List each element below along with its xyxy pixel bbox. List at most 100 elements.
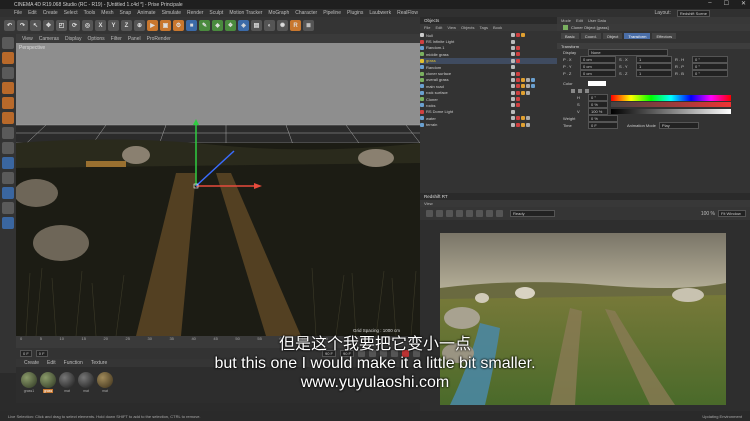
- script-icon[interactable]: ≣: [303, 20, 314, 31]
- viewport-menu-panel[interactable]: Panel: [128, 36, 141, 42]
- tag-icon[interactable]: [511, 39, 515, 44]
- menu-select[interactable]: Select: [64, 10, 78, 16]
- objects-menu-file[interactable]: File: [424, 25, 430, 30]
- weight-field[interactable]: 0 %: [588, 115, 618, 122]
- light-icon[interactable]: ✺: [277, 20, 288, 31]
- menu-create[interactable]: Create: [43, 10, 58, 16]
- x-axis-button[interactable]: X: [95, 20, 106, 31]
- tag-icon[interactable]: [521, 77, 525, 82]
- tag-icon[interactable]: [516, 84, 520, 89]
- tag-icon[interactable]: [526, 84, 530, 89]
- viewport-solo-icon[interactable]: [2, 217, 14, 229]
- transform-field[interactable]: 0 cm: [580, 56, 616, 63]
- cube-icon[interactable]: ■: [186, 20, 197, 31]
- menu-realflow[interactable]: RealFlow: [397, 10, 418, 16]
- objects-menu-book[interactable]: Book: [493, 25, 502, 30]
- material-menu-texture[interactable]: Texture: [91, 360, 107, 366]
- menu-animate[interactable]: Animate: [137, 10, 155, 16]
- tab-effectors[interactable]: Effectors: [652, 33, 677, 39]
- current-frame-field[interactable]: 0 F: [35, 350, 48, 357]
- spectrum-icon[interactable]: [578, 88, 582, 93]
- tag-icon[interactable]: [511, 45, 515, 50]
- undo-icon[interactable]: ↶: [4, 20, 15, 31]
- tab-basic[interactable]: Basic: [561, 33, 579, 39]
- viewport-menu-view[interactable]: View: [22, 36, 33, 42]
- attributes-menu-mode[interactable]: Mode: [561, 18, 571, 23]
- model-mode-icon[interactable]: [2, 52, 14, 64]
- tag-icon[interactable]: [521, 122, 525, 127]
- menu-laubwerk[interactable]: Laubwerk: [369, 10, 391, 16]
- camera-icon[interactable]: ◐: [264, 20, 275, 31]
- value-field[interactable]: 100 %: [588, 108, 608, 115]
- transform-field[interactable]: 1: [636, 70, 672, 77]
- tag-icon[interactable]: [511, 122, 515, 127]
- objects-menu-tags[interactable]: Tags: [480, 25, 488, 30]
- z-axis-button[interactable]: Z: [121, 20, 132, 31]
- play-forward-icon[interactable]: [380, 350, 387, 357]
- hue-field[interactable]: 0 °: [588, 94, 608, 101]
- redshift-icon[interactable]: R: [290, 20, 301, 31]
- tag-icon[interactable]: [521, 84, 525, 89]
- tag-icon[interactable]: [526, 90, 530, 95]
- material-item[interactable]: mat: [78, 372, 94, 403]
- redo-icon[interactable]: ↷: [17, 20, 28, 31]
- save-image-icon[interactable]: [456, 210, 463, 217]
- tag-icon[interactable]: [511, 33, 515, 38]
- tag-icon[interactable]: [516, 103, 520, 108]
- render-zoom[interactable]: 100 %: [701, 211, 715, 217]
- render-view-icon[interactable]: ▶: [147, 20, 158, 31]
- cloner-icon[interactable]: ❖: [225, 20, 236, 31]
- points-mode-icon[interactable]: [2, 82, 14, 94]
- saturation-field[interactable]: 0 %: [588, 101, 608, 108]
- tab-transform[interactable]: Transform: [624, 33, 651, 39]
- planar-workplane-icon[interactable]: [2, 187, 14, 199]
- tag-icon[interactable]: [511, 58, 515, 63]
- objects-menu-objects[interactable]: Objects: [461, 25, 475, 30]
- perspective-viewport[interactable]: Perspective Grid Spacing : 1000 cm: [16, 43, 420, 336]
- transform-field[interactable]: 1: [636, 56, 672, 63]
- tab-coord[interactable]: Coord.: [580, 33, 601, 39]
- material-menu-edit[interactable]: Edit: [47, 360, 56, 366]
- material-preview[interactable]: [59, 372, 75, 388]
- go-to-end-icon[interactable]: [391, 350, 398, 357]
- keyframe-icon[interactable]: [413, 350, 420, 357]
- end-frame-field[interactable]: 90 F: [321, 350, 336, 357]
- material-item[interactable]: grass: [40, 372, 56, 403]
- tag-icon[interactable]: [511, 90, 515, 95]
- y-axis-button[interactable]: Y: [108, 20, 119, 31]
- menu-edit[interactable]: Edit: [28, 10, 37, 16]
- transform-field[interactable]: 0 °: [692, 70, 728, 77]
- menu-snap[interactable]: Snap: [120, 10, 132, 16]
- material-item[interactable]: mat: [59, 372, 75, 403]
- material-item[interactable]: grass1: [21, 372, 37, 403]
- tag-icon[interactable]: [511, 84, 515, 89]
- tag-icon[interactable]: [516, 90, 520, 95]
- material-menu-function[interactable]: Function: [64, 360, 83, 366]
- display-dropdown[interactable]: None: [588, 49, 668, 56]
- viewport-menu-prorender[interactable]: ProRender: [147, 36, 171, 42]
- render-stop-icon[interactable]: [436, 210, 443, 217]
- tag-icon[interactable]: [511, 116, 515, 121]
- tag-icon[interactable]: [516, 45, 520, 50]
- render-status-dropdown[interactable]: Ready: [510, 210, 555, 217]
- tag-icon[interactable]: [521, 90, 525, 95]
- tag-icon[interactable]: [516, 116, 520, 121]
- subdivision-icon[interactable]: ◆: [212, 20, 223, 31]
- viewport-menu-filter[interactable]: Filter: [111, 36, 122, 42]
- menu-render[interactable]: Render: [187, 10, 203, 16]
- tag-icon[interactable]: [511, 52, 515, 57]
- tag-icon[interactable]: [511, 77, 515, 82]
- material-preview[interactable]: [40, 372, 56, 388]
- viewport-menu-display[interactable]: Display: [65, 36, 81, 42]
- timeline-ruler[interactable]: 0 5 10 15 20 25 30 35 40 45 50 55 60 65 70 75 80 85 90: [16, 336, 420, 348]
- snapshot-icon[interactable]: [446, 210, 453, 217]
- transform-field[interactable]: 0 °: [692, 56, 728, 63]
- move-icon[interactable]: ✥: [43, 20, 54, 31]
- tag-icon[interactable]: [531, 84, 535, 89]
- close-icon[interactable]: ✕: [741, 0, 746, 7]
- deformer-icon[interactable]: ◈: [238, 20, 249, 31]
- object-row[interactable]: terrain: [420, 121, 557, 127]
- transform-field[interactable]: 0 cm: [580, 63, 616, 70]
- tag-icon[interactable]: [511, 103, 515, 108]
- menu-pipeline[interactable]: Pipeline: [323, 10, 341, 16]
